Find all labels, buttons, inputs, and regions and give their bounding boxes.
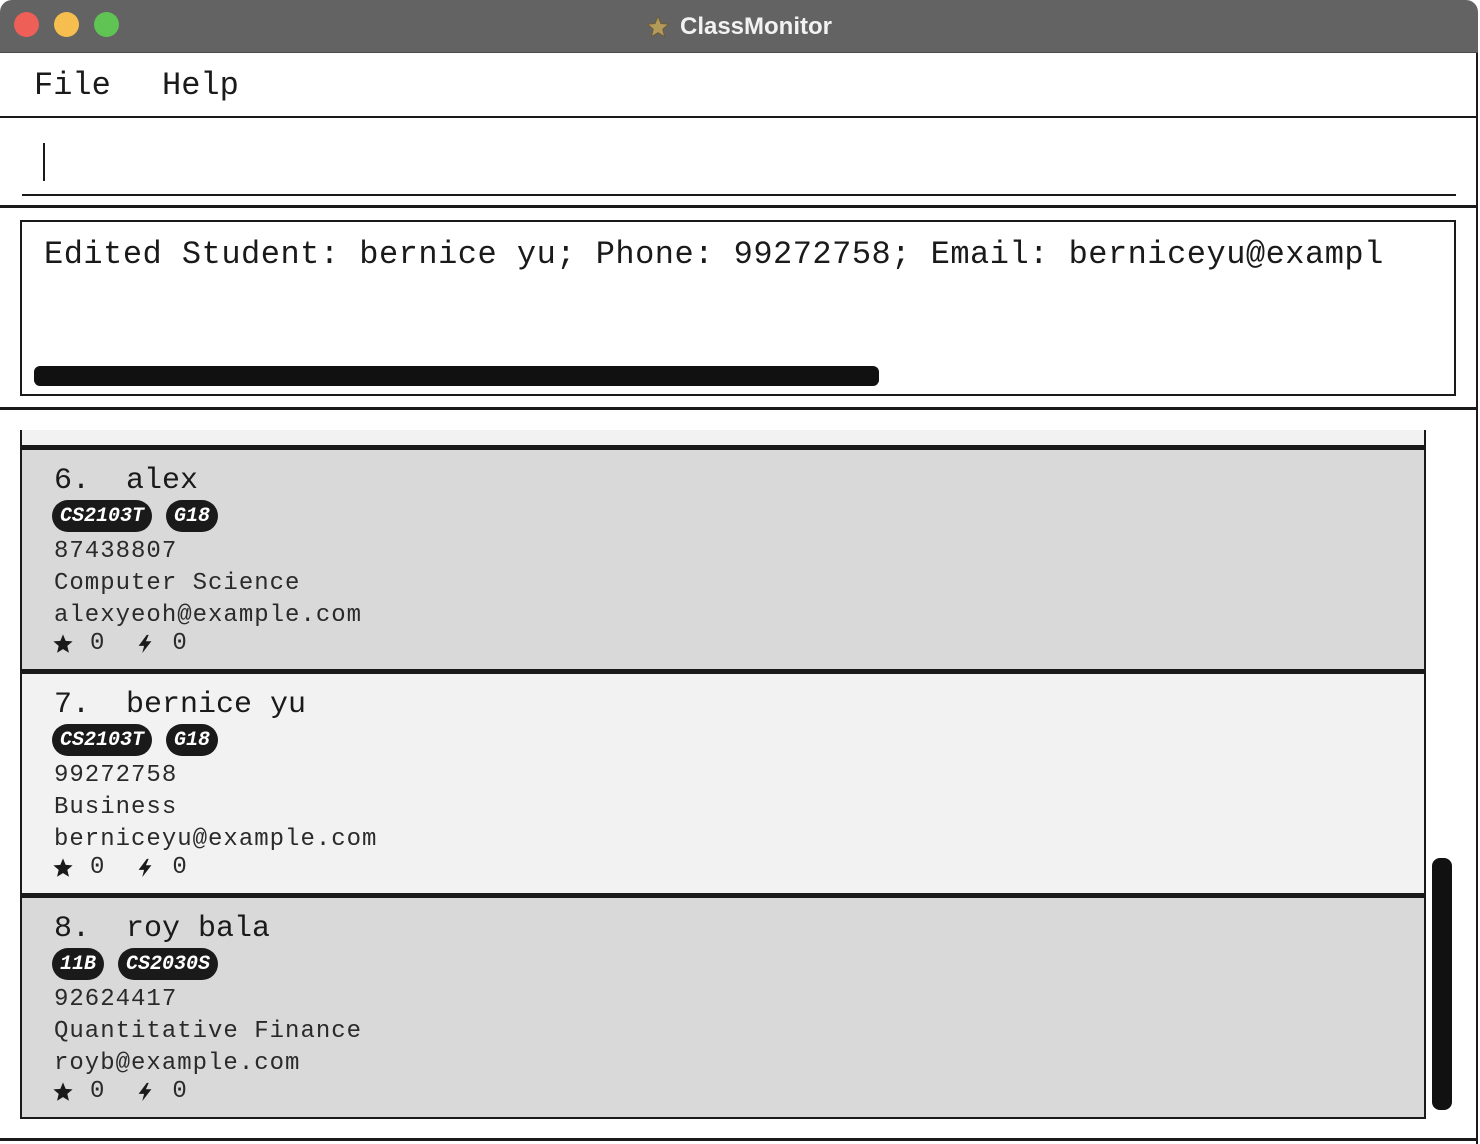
student-name: 6. alex xyxy=(54,464,199,498)
star-count: 0 xyxy=(90,1078,105,1105)
tag-badge: CS2030S xyxy=(118,948,219,980)
tag-badge: G18 xyxy=(166,724,219,756)
tag-badge: CS2103T xyxy=(52,724,153,756)
student-name: 8. roy bala xyxy=(54,912,271,946)
result-display-panel: Edited Student: bernice yu; Phone: 99272… xyxy=(0,208,1478,410)
list-item-partial xyxy=(20,430,1426,448)
tag-badge: CS2103T xyxy=(52,500,153,532)
menu-file[interactable]: File xyxy=(34,67,111,104)
bolt-icon xyxy=(138,858,152,877)
student-tags: CS2103T G18 xyxy=(52,500,219,532)
tag-badge: G18 xyxy=(166,500,219,532)
menu-bar: File Help xyxy=(0,53,1478,117)
bolt-count: 0 xyxy=(172,630,187,657)
student-email: royb@example.com xyxy=(54,1050,301,1077)
menu-help[interactable]: Help xyxy=(162,67,239,104)
star-icon xyxy=(53,857,73,877)
bolt-count: 0 xyxy=(172,854,187,881)
student-stats: 0 0 xyxy=(52,854,217,881)
command-box-panel xyxy=(0,116,1478,208)
bottom-border xyxy=(0,1138,1478,1141)
student-course: Computer Science xyxy=(54,570,301,597)
app-star-icon xyxy=(646,14,670,37)
title-bar: ClassMonitor xyxy=(0,0,1478,53)
student-course: Quantitative Finance xyxy=(54,1018,363,1045)
student-email: berniceyu@example.com xyxy=(54,826,378,853)
result-text: Edited Student: bernice yu; Phone: 99272… xyxy=(44,236,1384,273)
student-stats: 0 0 xyxy=(52,1078,217,1105)
bolt-icon xyxy=(138,1082,152,1101)
student-course: Business xyxy=(54,794,178,821)
student-tags: 11B CS2030S xyxy=(52,948,219,980)
result-horizontal-scrollbar[interactable] xyxy=(34,366,879,386)
star-icon xyxy=(53,1081,73,1101)
result-display[interactable]: Edited Student: bernice yu; Phone: 99272… xyxy=(20,220,1456,396)
command-input[interactable] xyxy=(22,136,1456,196)
student-card[interactable]: 8. roy bala 11B CS2030S 92624417 Quantit… xyxy=(20,895,1426,1119)
student-card[interactable]: 7. bernice yu CS2103T G18 99272758 Busin… xyxy=(20,671,1426,895)
bolt-count: 0 xyxy=(172,1078,187,1105)
student-list[interactable]: 6. alex CS2103T G18 87438807 Computer Sc… xyxy=(20,430,1426,1120)
tag-badge: 11B xyxy=(52,948,105,980)
list-vertical-scrollbar[interactable] xyxy=(1432,858,1452,1110)
student-phone: 99272758 xyxy=(54,762,178,789)
student-phone: 87438807 xyxy=(54,538,178,565)
window-title-wrap: ClassMonitor xyxy=(0,0,1478,53)
text-caret xyxy=(43,143,45,181)
student-list-panel: 6. alex CS2103T G18 87438807 Computer Sc… xyxy=(0,410,1478,1144)
student-card[interactable]: 6. alex CS2103T G18 87438807 Computer Sc… xyxy=(20,447,1426,671)
student-stats: 0 0 xyxy=(52,630,217,657)
window-title: ClassMonitor xyxy=(679,12,832,40)
star-icon xyxy=(53,633,73,653)
student-phone: 92624417 xyxy=(54,986,178,1013)
student-tags: CS2103T G18 xyxy=(52,724,219,756)
student-name: 7. bernice yu xyxy=(54,688,307,722)
student-email: alexyeoh@example.com xyxy=(54,602,363,629)
star-count: 0 xyxy=(90,854,105,881)
bolt-icon xyxy=(138,634,152,653)
star-count: 0 xyxy=(90,630,105,657)
